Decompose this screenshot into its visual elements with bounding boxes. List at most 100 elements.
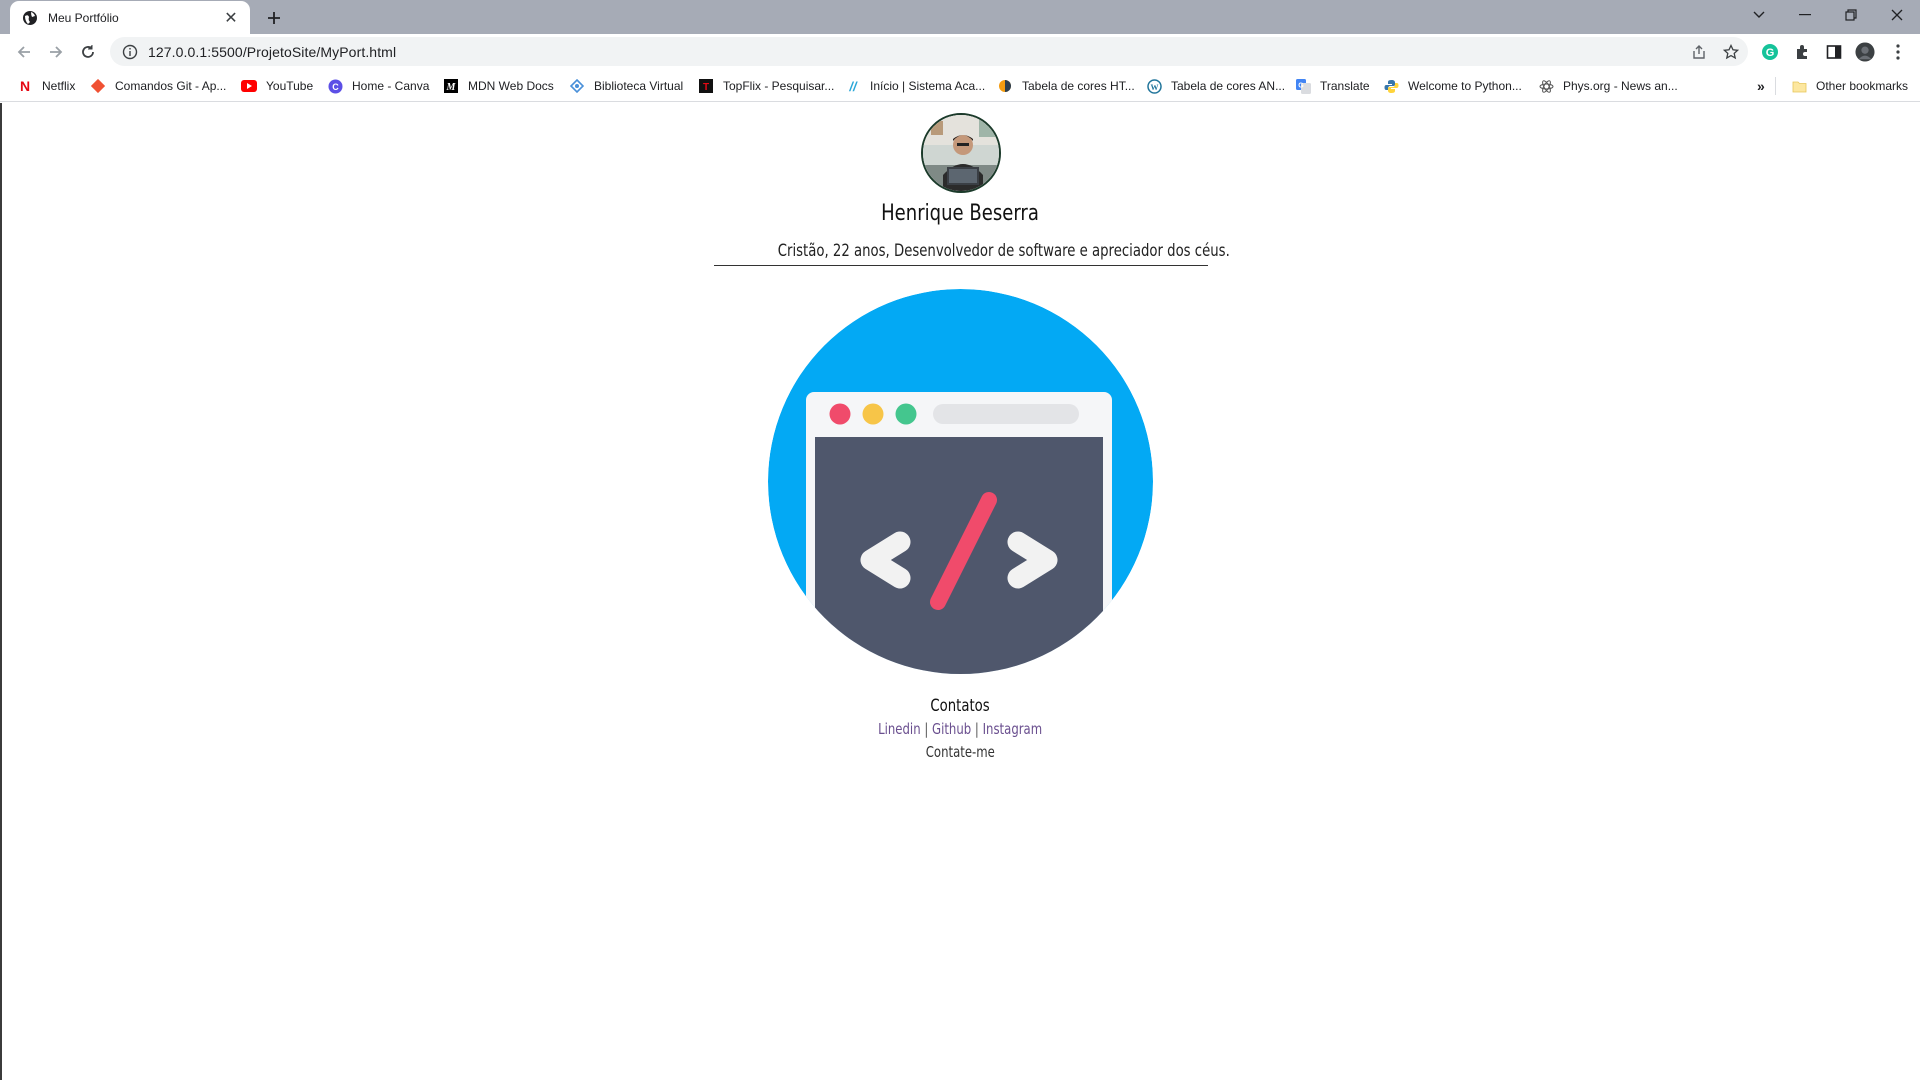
contacts-title-text: Contatos bbox=[930, 696, 990, 716]
forward-button[interactable] bbox=[43, 39, 69, 65]
address-bar[interactable]: 127.0.0.1:5500/ProjetoSite/MyPort.html bbox=[110, 37, 1748, 66]
profile-photo-image bbox=[923, 115, 999, 191]
bookmark-star-icon[interactable] bbox=[1722, 43, 1740, 61]
link-separator: | bbox=[924, 720, 929, 738]
git-icon bbox=[90, 78, 106, 94]
bookmark-canva[interactable]: C Home - Canva bbox=[327, 76, 429, 96]
portfolio-page: Henrique Beserra Cristão, 22 anos, Desen… bbox=[0, 103, 1920, 1080]
topflix-icon: T bbox=[698, 78, 714, 94]
profile-tagline: Cristão, 22 anos, Desenvolvedor de softw… bbox=[714, 241, 1230, 266]
tab-title: Meu Portfólio bbox=[48, 10, 119, 25]
window-dot-yellow bbox=[862, 403, 884, 425]
bookmark-label: Translate bbox=[1320, 79, 1370, 93]
instagram-link[interactable]: Instagram bbox=[982, 720, 1042, 738]
bookmark-youtube[interactable]: YouTube bbox=[241, 76, 313, 96]
close-window-button[interactable] bbox=[1874, 0, 1920, 30]
bookmark-git[interactable]: Comandos Git - Ap... bbox=[90, 76, 226, 96]
code-illustration bbox=[768, 289, 1153, 674]
bookmark-label: Início | Sistema Aca... bbox=[870, 79, 986, 93]
bookmark-mdn[interactable]: M MDN Web Docs bbox=[443, 76, 554, 96]
arrow-right-icon bbox=[50, 46, 63, 58]
share-icon[interactable] bbox=[1690, 43, 1708, 61]
bookmark-physorg[interactable]: Phys.org - News an... bbox=[1538, 76, 1678, 96]
bookmarks-bar: N Netflix Comandos Git - Ap... YouTube C… bbox=[0, 70, 1920, 102]
extensions-icon[interactable] bbox=[1792, 42, 1812, 62]
page-left-edge bbox=[0, 103, 2, 1080]
svg-text:W: W bbox=[1150, 83, 1158, 92]
arrow-left-icon bbox=[17, 46, 30, 58]
svg-text:G: G bbox=[1298, 82, 1304, 89]
svg-text:C: C bbox=[332, 82, 339, 92]
profile-avatar-icon[interactable] bbox=[1855, 42, 1875, 62]
bookmark-label: Comandos Git - Ap... bbox=[115, 79, 227, 93]
bookmark-label: Netflix bbox=[42, 79, 76, 93]
close-icon bbox=[1891, 9, 1903, 21]
url-text[interactable]: 127.0.0.1:5500/ProjetoSite/MyPort.html bbox=[148, 44, 396, 60]
bookmark-label: MDN Web Docs bbox=[468, 79, 554, 93]
bookmark-translate[interactable]: G Translate bbox=[1295, 76, 1370, 96]
linkedin-link[interactable]: Linedin bbox=[878, 720, 920, 738]
browser-toolbar: 127.0.0.1:5500/ProjetoSite/MyPort.html G bbox=[0, 34, 1920, 70]
python-icon bbox=[1383, 78, 1399, 94]
reload-button[interactable] bbox=[75, 39, 101, 65]
back-button[interactable] bbox=[11, 39, 37, 65]
grammarly-icon[interactable]: G bbox=[1760, 42, 1780, 62]
profile-photo bbox=[921, 113, 1001, 193]
minimize-icon bbox=[1799, 14, 1811, 16]
side-panel-icon[interactable] bbox=[1824, 42, 1844, 62]
folder-icon bbox=[1791, 78, 1807, 94]
bookmark-netflix[interactable]: N Netflix bbox=[17, 76, 75, 96]
contact-me-text[interactable]: Contate-me bbox=[925, 743, 994, 761]
reload-icon bbox=[82, 45, 94, 58]
restore-button[interactable] bbox=[1828, 0, 1874, 30]
mdn-icon: M bbox=[443, 78, 459, 94]
close-tab-icon[interactable]: ✕ bbox=[222, 9, 240, 27]
contacts-title: Contatos bbox=[0, 696, 1920, 716]
double-chevron-right-icon: » bbox=[1757, 78, 1765, 94]
plus-icon bbox=[268, 12, 280, 24]
bookmark-sistema-academico[interactable]: // Início | Sistema Aca... bbox=[845, 76, 985, 96]
restore-icon bbox=[1845, 9, 1857, 21]
netflix-icon: N bbox=[19, 78, 31, 94]
bookmark-label: Phys.org - News an... bbox=[1563, 79, 1678, 93]
kebab-menu-icon[interactable] bbox=[1888, 42, 1908, 62]
library-icon bbox=[569, 78, 585, 94]
tab-active[interactable]: Meu Portfólio ✕ bbox=[10, 1, 250, 34]
chevron-down-icon bbox=[1753, 11, 1765, 18]
window-dot-green bbox=[895, 403, 917, 425]
bookmark-tabela-cores-ansi[interactable]: W Tabela de cores AN... bbox=[1146, 76, 1285, 96]
contacts-links-row: Linedin | Github | Instagram bbox=[878, 720, 1042, 738]
bookmark-label: Home - Canva bbox=[352, 79, 430, 93]
bookmark-label: YouTube bbox=[266, 79, 314, 93]
new-tab-button[interactable] bbox=[262, 6, 286, 30]
other-bookmarks-folder[interactable]: Other bookmarks bbox=[1791, 76, 1908, 96]
canva-icon: C bbox=[327, 78, 343, 94]
color-table-icon bbox=[997, 78, 1013, 94]
svg-text:G: G bbox=[1766, 47, 1775, 59]
tagline-text: Cristão, 22 anos, Desenvolvedor de softw… bbox=[777, 241, 1230, 261]
bookmark-label: Tabela de cores AN... bbox=[1171, 79, 1286, 93]
globe-icon bbox=[23, 10, 37, 25]
slash-icon: // bbox=[849, 78, 857, 94]
more-bookmarks-button[interactable]: » bbox=[1757, 76, 1765, 96]
svg-text:M: M bbox=[446, 82, 457, 93]
physorg-icon bbox=[1538, 78, 1554, 94]
youtube-icon bbox=[241, 78, 257, 94]
tab-search-button[interactable] bbox=[1736, 0, 1782, 30]
other-bookmarks-label: Other bookmarks bbox=[1816, 79, 1909, 93]
info-icon[interactable] bbox=[122, 44, 138, 60]
bookmark-tabela-cores-html[interactable]: Tabela de cores HT... bbox=[997, 76, 1135, 96]
contact-me[interactable]: Contate-me bbox=[0, 743, 1920, 761]
bookmark-topflix[interactable]: T TopFlix - Pesquisar... bbox=[698, 76, 834, 96]
contacts-links: Linedin | Github | Instagram bbox=[0, 720, 1920, 738]
bookmark-biblioteca[interactable]: Biblioteca Virtual bbox=[569, 76, 683, 96]
minimize-button[interactable] bbox=[1782, 0, 1828, 30]
wordpress-icon: W bbox=[1146, 78, 1162, 94]
bookmark-label: Welcome to Python... bbox=[1408, 79, 1522, 93]
window-dot-red bbox=[829, 403, 851, 425]
bookmarks-divider bbox=[1775, 77, 1776, 95]
tab-strip: Meu Portfólio ✕ bbox=[0, 0, 1920, 34]
link-separator: | bbox=[974, 720, 979, 738]
github-link[interactable]: Github bbox=[932, 720, 971, 738]
bookmark-python[interactable]: Welcome to Python... bbox=[1383, 76, 1522, 96]
